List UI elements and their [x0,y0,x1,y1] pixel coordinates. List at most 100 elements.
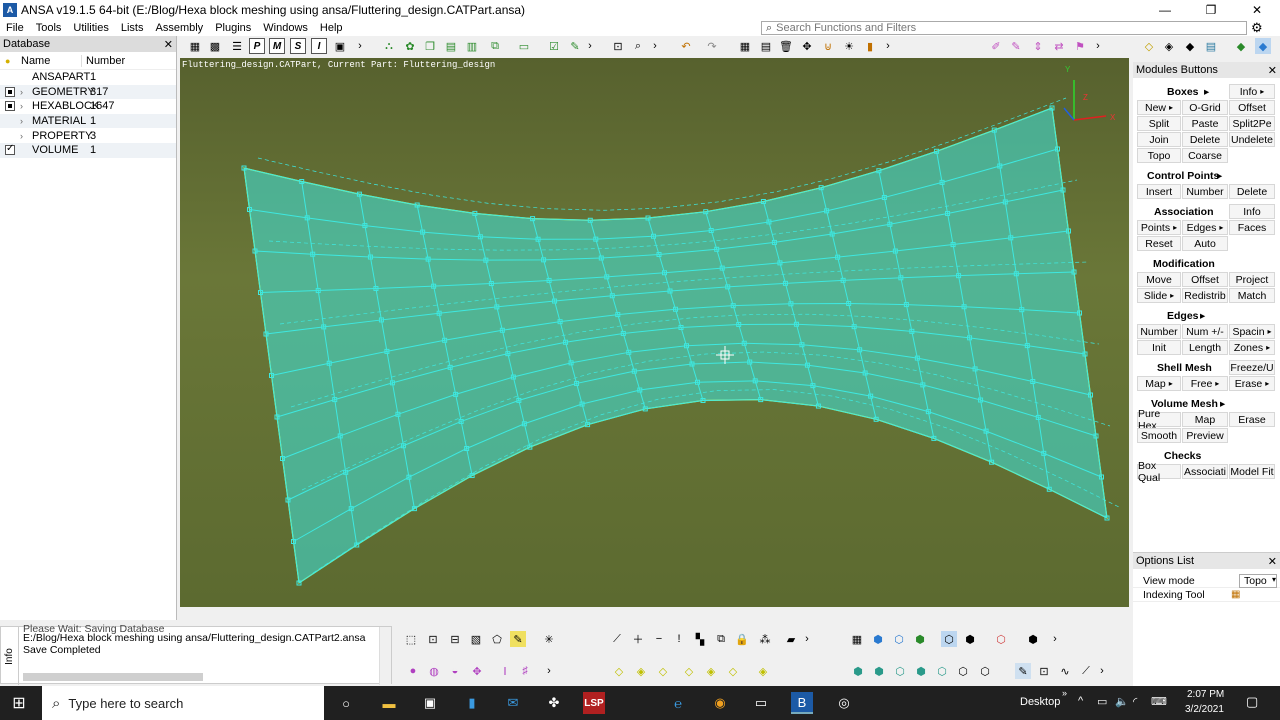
grid-four-icon[interactable]: ▚ [692,631,708,647]
grid-view-icon[interactable]: ▦ [187,38,203,54]
chevron-right-icon-3[interactable]: › [647,38,663,54]
expand-arrow-icon[interactable]: › [20,101,32,111]
join-button[interactable]: Join [1137,132,1181,147]
zoom-fit-icon[interactable]: ⊡ [610,38,626,54]
info-button[interactable]: Info [1229,84,1275,99]
highlight-icon[interactable]: ✎ [510,631,526,647]
stack-icon[interactable]: ▰ [783,631,799,647]
association-info-button[interactable]: Info [1229,204,1275,219]
free-button[interactable]: Free [1182,376,1228,391]
i-mode-icon[interactable]: I [311,38,327,54]
flag-icon[interactable]: ⚑ [1072,38,1088,54]
lsp-app-icon[interactable]: LSP [583,692,605,714]
options-close-icon[interactable]: ✕ [1268,555,1277,568]
redo-icon[interactable]: ↷ [704,38,720,54]
cp-number-button[interactable]: Number [1182,184,1228,199]
expand-arrow-icon[interactable]: › [20,131,32,141]
modification-header[interactable]: Modification [1153,258,1215,270]
yellow-shape-2-icon[interactable]: ◈ [633,663,649,679]
chevron-up-icon[interactable]: ^ [1078,695,1083,707]
col-number[interactable]: Number [81,54,141,67]
desktop-label[interactable]: Desktop [1020,696,1060,708]
wire-cube-icon[interactable]: ⬡ [941,631,957,647]
option-view-mode[interactable]: View mode Topo ▾ [1133,573,1280,588]
line-draw-icon[interactable]: ⟋ [609,631,625,647]
spacing-button[interactable]: Spacin [1229,324,1275,339]
function-search[interactable]: ⌕ Search Functions and Filters [761,21,1247,35]
edit-icon[interactable]: ✎ [1008,38,1024,54]
chevron-right-icon-10[interactable]: » [1062,688,1067,698]
points-button[interactable]: Points [1137,220,1181,235]
db-row-hexablock[interactable]: › HEXABLOCK 1647 [0,99,176,114]
chevron-right-icon-6[interactable]: › [799,631,815,647]
move-handle-icon[interactable]: ✥ [469,663,485,679]
association-header[interactable]: Association [1154,206,1214,218]
yellow-shape-5-icon[interactable]: ◈ [703,663,719,679]
text-cursor-icon[interactable]: Ⅰ [497,663,513,679]
doc-green-icon[interactable]: ▤ [443,38,459,54]
edge-browser-icon[interactable]: ℮ [667,692,689,714]
maximize-button[interactable]: ❐ [1188,0,1234,20]
freeze-button[interactable]: Freeze/U [1229,360,1275,375]
chrome-browser-icon[interactable]: ◉ [709,692,731,714]
settings-gear-icon[interactable]: ⚙ [1251,20,1263,36]
volume-map-button[interactable]: Map [1182,412,1228,427]
menu-utilities[interactable]: Utilities [67,22,114,34]
db-row-volume[interactable]: VOLUME 1 [0,142,176,158]
yellow-shape-1-icon[interactable]: ◇ [611,663,627,679]
chevron-right-icon-8[interactable]: › [541,663,557,679]
expand-arrow-icon[interactable]: › [20,116,32,126]
chevron-right-icon-9[interactable]: › [1094,663,1110,679]
teal-block-5-icon[interactable]: ⬡ [934,663,950,679]
windows-start-icon[interactable]: ⊞ [8,692,30,714]
chevron-right-icon-7[interactable]: › [1047,631,1063,647]
network-tray-icon[interactable]: ◜ [1133,695,1137,708]
paste-button[interactable]: Paste [1182,116,1228,131]
puzzle-icon[interactable]: ✤ [543,692,565,714]
slide-button[interactable]: Slide [1137,288,1181,303]
copy-green-icon[interactable]: ❐ [422,38,438,54]
modules-close-icon[interactable]: ✕ [1268,64,1277,77]
pure-hex-button[interactable]: Pure Hex [1137,408,1181,432]
length-button[interactable]: Length [1182,340,1228,355]
ogrid-button[interactable]: O-Grid [1182,100,1228,115]
green-cube-icon[interactable]: ⬢ [912,631,928,647]
col-name[interactable]: Name [15,55,81,67]
smooth-button[interactable]: Smooth [1137,428,1181,443]
edge-number-button[interactable]: Number [1137,324,1181,339]
chevron-right-icon[interactable]: › [352,38,368,54]
menu-tools[interactable]: Tools [30,22,68,34]
part-select-icon[interactable]: ⊟ [447,631,463,647]
ent-cube-icon[interactable]: ▦ [849,631,865,647]
transform-icon[interactable]: ⧉ [487,38,503,54]
box-quality-button[interactable]: Box Qual [1137,460,1181,484]
minimize-button[interactable]: — [1142,0,1188,20]
taskbar-search[interactable]: ⌕ Type here to search [42,686,324,720]
s-mode-icon[interactable]: S [290,38,306,54]
blue-app-icon[interactable]: ▮ [461,692,483,714]
delete-box-button[interactable]: Delete [1182,132,1228,147]
split2pe-button[interactable]: Split2Pe [1229,116,1275,131]
yellow-shape-4-icon[interactable]: ◇ [681,663,697,679]
insert-button[interactable]: Insert [1137,184,1181,199]
coarse-button[interactable]: Coarse [1182,148,1228,163]
move-button[interactable]: Move [1137,272,1181,287]
project-button[interactable]: Project [1229,272,1275,287]
delete-icon[interactable]: 🗑 [778,38,794,54]
slash-icon[interactable]: ⟋ [1078,663,1094,679]
shell-map-button[interactable]: Map [1137,376,1181,391]
new-button[interactable]: New [1137,100,1181,115]
blue-cube-icon[interactable]: ⬢ [870,631,886,647]
teal-block-3-icon[interactable]: ⬡ [892,663,908,679]
entity-view-icon[interactable]: ▩ [207,38,223,54]
copy-icon[interactable]: ⧉ [713,631,729,647]
outline-block-icon[interactable]: ⬡ [977,663,993,679]
outline-cube-icon[interactable]: ⬡ [891,631,907,647]
row-checkbox[interactable] [5,101,15,112]
mail-icon[interactable]: ✉ [502,692,524,714]
db-row-property[interactable]: › PROPERTY 3 [0,128,176,143]
menu-windows[interactable]: Windows [257,22,314,34]
split-button[interactable]: Split [1137,116,1181,131]
split-icon[interactable]: ⇕ [1030,38,1046,54]
yellow-shape-6-icon[interactable]: ◇ [725,663,741,679]
